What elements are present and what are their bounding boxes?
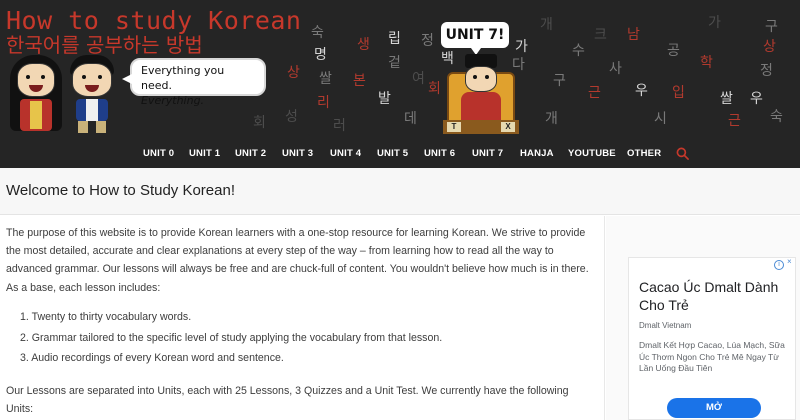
nav-item-other[interactable]: OTHER bbox=[627, 138, 661, 168]
site-subtitle: 한국어를 공부하는 방법 bbox=[6, 33, 203, 57]
boy-character-illustration bbox=[66, 55, 118, 133]
unit-badge: UNIT 7! bbox=[441, 22, 509, 55]
bg-char: 사 bbox=[609, 61, 622, 77]
bg-char: 우 bbox=[750, 91, 763, 107]
ad-open-button[interactable]: MỞ bbox=[667, 398, 761, 418]
bg-char: 쌀 bbox=[720, 91, 733, 107]
list-item: 1. Twenty to thirty vocabulary words. bbox=[20, 311, 192, 323]
welcome-bar: Welcome to How to Study Korean! bbox=[0, 168, 800, 215]
bg-char: 공 bbox=[667, 43, 680, 59]
bg-char: 우 bbox=[635, 83, 648, 99]
bg-char: 가 bbox=[708, 15, 721, 31]
nav-item-unit-4[interactable]: UNIT 4 bbox=[330, 138, 361, 168]
advertisement[interactable]: i × Cacao Úc Dmalt Dành Cho Trẻ Dmalt Vi… bbox=[628, 257, 796, 420]
bg-char: 여 bbox=[412, 71, 425, 87]
bg-char: 개 bbox=[545, 111, 558, 127]
bg-char: 회 bbox=[428, 81, 441, 97]
nav-item-unit-0[interactable]: UNIT 0 bbox=[143, 138, 174, 168]
bg-char: 명 bbox=[314, 47, 327, 63]
bg-char: 회 bbox=[253, 115, 266, 131]
header-banner: 숙 명 쌀 리 상 성 생 본 발 겉 러 데 립 정 여 회 가 다 백 개 … bbox=[0, 0, 800, 138]
bg-char: 상 bbox=[287, 65, 300, 81]
bg-char: 숙 bbox=[770, 109, 783, 125]
bg-char: 정 bbox=[760, 63, 773, 79]
ad-title[interactable]: Cacao Úc Dmalt Dành Cho Trẻ bbox=[639, 278, 789, 314]
bg-char: 상 bbox=[763, 39, 776, 55]
bg-char: 러 bbox=[333, 118, 346, 134]
site-title[interactable]: How to study Korean bbox=[6, 8, 301, 33]
close-icon[interactable]: × bbox=[787, 258, 795, 266]
ad-description: Dmalt Kết Hợp Cacao, Lúa Mạch, Sữa Úc Th… bbox=[639, 340, 785, 373]
king-character-illustration: T X bbox=[443, 52, 519, 134]
bg-char: 겉 bbox=[388, 55, 401, 71]
nav-item-unit-6[interactable]: UNIT 6 bbox=[424, 138, 455, 168]
speech-bubble: Everything you need. Everything. bbox=[122, 58, 266, 107]
bg-char: 성 bbox=[285, 109, 298, 125]
units-paragraph: Our Lessons are separated into Units, ea… bbox=[6, 385, 569, 416]
bg-char: 숙 bbox=[311, 25, 324, 41]
bg-char: 수 bbox=[572, 43, 585, 59]
bg-char: 리 bbox=[317, 95, 330, 111]
nav-item-unit-3[interactable]: UNIT 3 bbox=[282, 138, 313, 168]
nav-item-hanja[interactable]: HANJA bbox=[520, 138, 554, 168]
bg-char: 근 bbox=[588, 85, 601, 101]
bg-char: 크 bbox=[594, 27, 607, 43]
bg-char: 개 bbox=[540, 17, 553, 33]
bg-char: 데 bbox=[404, 111, 417, 127]
speech-line-2: Everything. bbox=[141, 94, 205, 107]
intro-paragraph: The purpose of this website is to provid… bbox=[6, 227, 589, 294]
bg-char: 구 bbox=[553, 73, 566, 89]
king-sign-right: X bbox=[501, 122, 515, 132]
girl-character-illustration bbox=[6, 55, 66, 133]
nav-item-youtube[interactable]: YOUTUBE bbox=[568, 138, 616, 168]
list-item: 2. Grammar tailored to the specific leve… bbox=[20, 332, 443, 344]
main-content: The purpose of this website is to provid… bbox=[0, 216, 605, 420]
nav-item-unit-2[interactable]: UNIT 2 bbox=[235, 138, 266, 168]
bg-char: 구 bbox=[765, 19, 778, 35]
nav-item-unit-7[interactable]: UNIT 7 bbox=[472, 138, 503, 168]
sidebar: i × Cacao Úc Dmalt Dành Cho Trẻ Dmalt Vi… bbox=[606, 216, 800, 420]
speech-line-1: Everything you need. bbox=[141, 64, 225, 92]
nav-item-unit-5[interactable]: UNIT 5 bbox=[377, 138, 408, 168]
bg-char: 쌀 bbox=[319, 71, 332, 87]
nav-item-unit-1[interactable]: UNIT 1 bbox=[189, 138, 220, 168]
bg-char: 입 bbox=[672, 85, 685, 101]
bg-char: 학 bbox=[700, 55, 713, 71]
king-sign-left: T bbox=[447, 122, 461, 132]
main-nav: UNIT 0 UNIT 1 UNIT 2 UNIT 3 UNIT 4 UNIT … bbox=[0, 138, 800, 168]
ad-choices-icon[interactable]: i bbox=[774, 260, 784, 270]
bg-char: 립 bbox=[388, 31, 401, 47]
bg-char: 근 bbox=[728, 113, 741, 129]
bg-char: 발 bbox=[378, 91, 391, 107]
ad-brand: Dmalt Vietnam bbox=[639, 321, 692, 330]
bg-char: 남 bbox=[627, 27, 640, 43]
page-title: Welcome to How to Study Korean! bbox=[6, 182, 235, 199]
bg-char: 생 bbox=[357, 37, 370, 53]
bg-char: 본 bbox=[353, 73, 366, 89]
bg-char: 시 bbox=[654, 111, 667, 127]
list-item: 3. Audio recordings of every Korean word… bbox=[20, 352, 284, 364]
search-icon[interactable] bbox=[676, 147, 689, 160]
bg-char: 정 bbox=[421, 33, 434, 49]
